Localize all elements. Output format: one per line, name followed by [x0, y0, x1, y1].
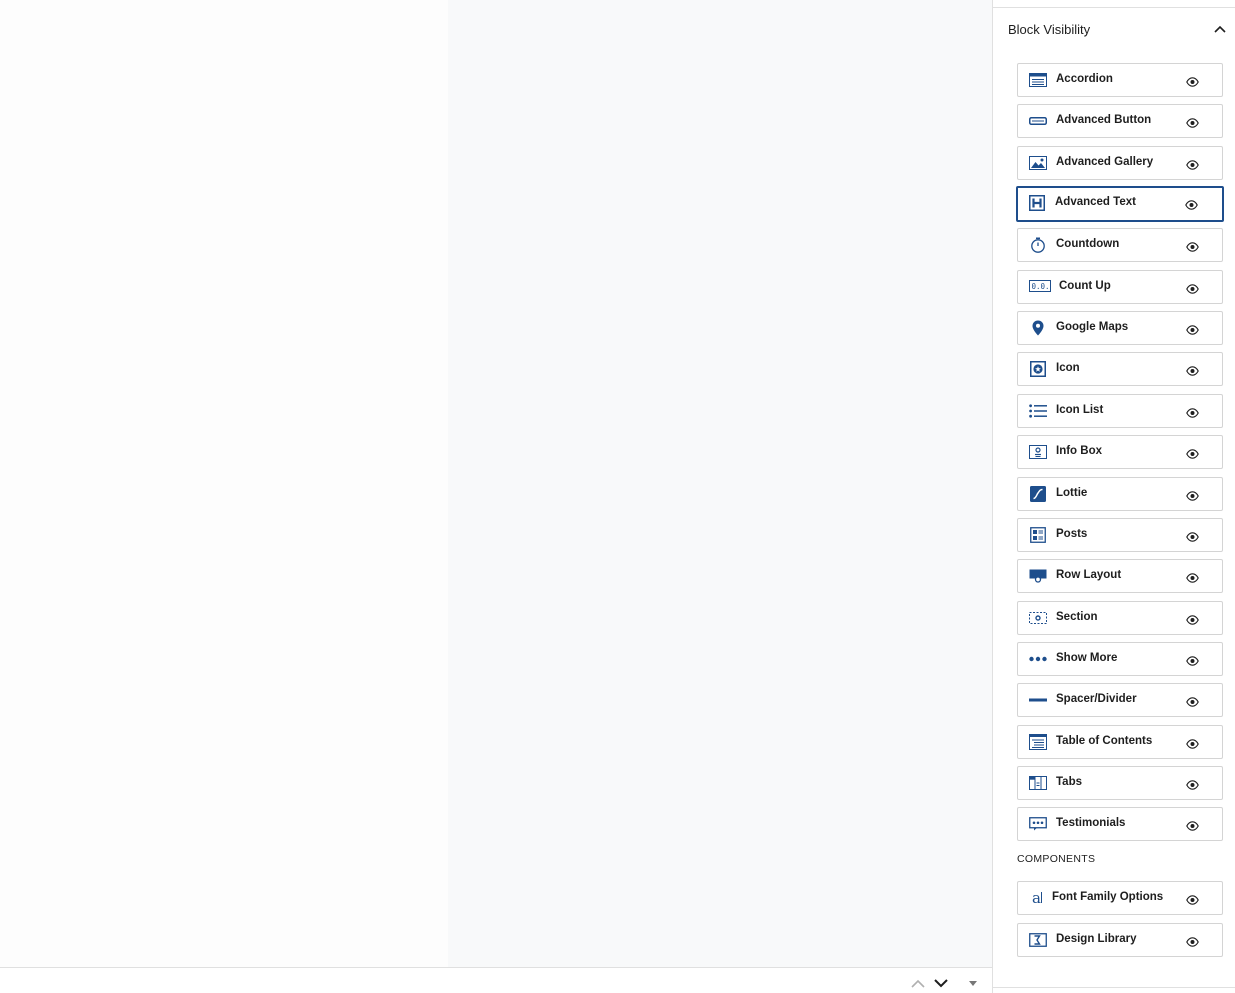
- block-item-label: Accordion: [1056, 73, 1113, 85]
- visibility-toggle-eye-icon[interactable]: [1186, 736, 1200, 749]
- block-item-lottie[interactable]: Lottie: [1017, 477, 1223, 511]
- block-item-label: Google Maps: [1056, 321, 1129, 333]
- visibility-toggle-eye-icon[interactable]: [1186, 934, 1200, 947]
- block-item-label: Icon List: [1056, 404, 1104, 416]
- svg-text:0.0.7: 0.0.7: [1032, 282, 1052, 291]
- info-box-icon: [1028, 444, 1048, 460]
- heading-icon: [1027, 195, 1047, 211]
- toc-icon: [1028, 734, 1048, 750]
- block-item-advanced-gallery[interactable]: Advanced Gallery: [1017, 146, 1223, 180]
- block-item-label: Posts: [1056, 528, 1088, 540]
- visibility-toggle-eye-icon[interactable]: [1186, 405, 1200, 418]
- block-item-label: Font Family Options: [1052, 891, 1164, 903]
- visibility-toggle-eye-icon[interactable]: [1186, 157, 1200, 170]
- block-item-icon[interactable]: Icon: [1017, 352, 1223, 386]
- bottom-toolbar: [0, 967, 993, 993]
- visibility-toggle-eye-icon[interactable]: [1186, 239, 1200, 252]
- map-pin-icon: [1028, 320, 1048, 336]
- block-item-label: Show More: [1056, 652, 1118, 664]
- lottie-icon: [1028, 486, 1048, 502]
- svg-text:a: a: [1032, 890, 1041, 906]
- block-item-label: Design Library: [1056, 933, 1137, 945]
- visibility-toggle-eye-icon[interactable]: [1186, 694, 1200, 707]
- block-item-google-maps[interactable]: Google Maps: [1017, 311, 1223, 345]
- block-item-spacer-divider[interactable]: Spacer/Divider: [1017, 683, 1223, 717]
- block-item-label: Section: [1056, 611, 1098, 623]
- row-layout-icon: [1028, 568, 1048, 584]
- settings-sidebar: Block Visibility Accordion Advanced Butto…: [992, 0, 1235, 993]
- block-item-font-family-options[interactable]: a Font Family Options: [1017, 881, 1223, 915]
- block-item-posts[interactable]: Posts: [1017, 518, 1223, 552]
- stopwatch-icon: [1028, 237, 1048, 253]
- chevron-up-icon: [1214, 20, 1226, 38]
- divider-icon: [1028, 692, 1048, 708]
- editor-canvas: [448, 0, 993, 967]
- visibility-toggle-eye-icon[interactable]: [1186, 570, 1200, 583]
- visibility-toggle-eye-icon[interactable]: [1186, 488, 1200, 501]
- block-item-row-layout[interactable]: Row Layout: [1017, 559, 1223, 593]
- list-icon: [1028, 403, 1048, 419]
- block-item-icon-list[interactable]: Icon List: [1017, 394, 1223, 428]
- visibility-toggle-eye-icon[interactable]: [1186, 818, 1200, 831]
- visibility-toggle-eye-icon[interactable]: [1186, 529, 1200, 542]
- block-item-label: Countdown: [1056, 238, 1120, 250]
- visibility-toggle-eye-icon[interactable]: [1186, 612, 1200, 625]
- block-item-label: Table of Contents: [1056, 735, 1153, 747]
- visibility-toggle-eye-icon[interactable]: [1186, 777, 1200, 790]
- visibility-toggle-eye-icon[interactable]: [1186, 363, 1200, 376]
- visibility-toggle-eye-icon[interactable]: [1186, 892, 1200, 905]
- chevron-up-icon[interactable]: [909, 974, 927, 992]
- block-item-label: Icon: [1056, 362, 1080, 374]
- testimonials-icon: [1028, 816, 1048, 832]
- star-icon: [1028, 361, 1048, 377]
- visibility-toggle-eye-icon[interactable]: [1186, 74, 1200, 87]
- block-item-label: Count Up: [1059, 280, 1111, 292]
- visibility-toggle-eye-icon[interactable]: [1186, 322, 1200, 335]
- block-item-label: Testimonials: [1056, 817, 1126, 829]
- accordion-icon: [1028, 72, 1048, 88]
- block-item-advanced-text[interactable]: Advanced Text: [1016, 186, 1224, 222]
- visibility-toggle-eye-icon[interactable]: [1186, 446, 1200, 459]
- chevron-down-icon[interactable]: [932, 974, 950, 992]
- posts-icon: [1028, 527, 1048, 543]
- block-item-label: Advanced Gallery: [1056, 156, 1154, 168]
- block-item-section[interactable]: Section: [1017, 601, 1223, 635]
- tabs-icon: [1028, 775, 1048, 791]
- block-item-label: Spacer/Divider: [1056, 693, 1137, 705]
- design-library-icon: [1028, 932, 1048, 948]
- counter-icon: 0.0.7: [1028, 279, 1052, 295]
- block-item-design-library[interactable]: Design Library: [1017, 923, 1223, 957]
- font-icon: a: [1028, 890, 1048, 906]
- block-item-label: Lottie: [1056, 487, 1088, 499]
- block-item-tabs[interactable]: Tabs: [1017, 766, 1223, 800]
- visibility-toggle-eye-icon[interactable]: [1186, 115, 1200, 128]
- block-item-label: Tabs: [1056, 776, 1082, 788]
- visibility-toggle-eye-icon[interactable]: [1186, 653, 1200, 666]
- editor-canvas-left: [0, 0, 448, 967]
- block-item-show-more[interactable]: Show More: [1017, 642, 1223, 676]
- panel-title: Block Visibility: [1008, 21, 1091, 37]
- visibility-toggle-eye-icon[interactable]: [1186, 281, 1200, 294]
- divider: [993, 987, 1235, 988]
- caret-down-icon[interactable]: [964, 974, 982, 992]
- block-item-count-up[interactable]: 0.0.7 Count Up: [1017, 270, 1223, 304]
- block-item-countdown[interactable]: Countdown: [1017, 228, 1223, 262]
- gallery-icon: [1028, 155, 1048, 171]
- block-item-advanced-button[interactable]: Advanced Button: [1017, 104, 1223, 138]
- section-icon: [1028, 610, 1048, 626]
- visibility-toggle-eye-icon[interactable]: [1185, 197, 1199, 210]
- ellipsis-icon: [1028, 651, 1048, 667]
- block-item-label: Row Layout: [1056, 569, 1122, 581]
- block-item-table-of-contents[interactable]: Table of Contents: [1017, 725, 1223, 759]
- block-item-info-box[interactable]: Info Box: [1017, 435, 1223, 469]
- block-item-testimonials[interactable]: Testimonials: [1017, 807, 1223, 841]
- block-item-label: Advanced Text: [1055, 196, 1136, 208]
- block-item-label: Advanced Button: [1056, 114, 1152, 126]
- block-item-accordion[interactable]: Accordion: [1017, 63, 1223, 97]
- button-icon: [1028, 113, 1048, 129]
- block-visibility-panel-toggle[interactable]: Block Visibility: [993, 8, 1235, 50]
- block-item-label: Info Box: [1056, 445, 1102, 457]
- components-heading: COMPONENTS: [1017, 853, 1096, 865]
